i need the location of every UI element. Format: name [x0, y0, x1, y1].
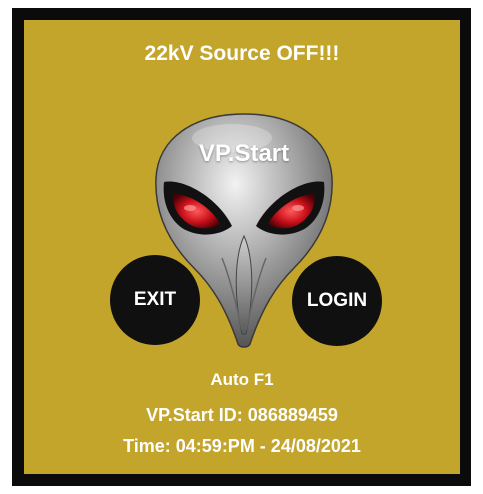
main-panel: 22kV Source OFF!!! VP.Start EXIT LOGIN A…: [24, 20, 460, 474]
mode-text: Auto F1: [210, 370, 274, 389]
login-button[interactable]: LOGIN: [292, 256, 382, 346]
logo-title: VP.Start: [198, 140, 290, 167]
timestamp-text: Time: 04:59:PM - 24/08/2021: [123, 436, 361, 456]
source-alert-text: 22kV Source OFF!!!: [144, 42, 340, 65]
exit-button[interactable]: EXIT: [110, 255, 200, 345]
device-id-text: VP.Start ID: 086889459: [146, 405, 338, 425]
